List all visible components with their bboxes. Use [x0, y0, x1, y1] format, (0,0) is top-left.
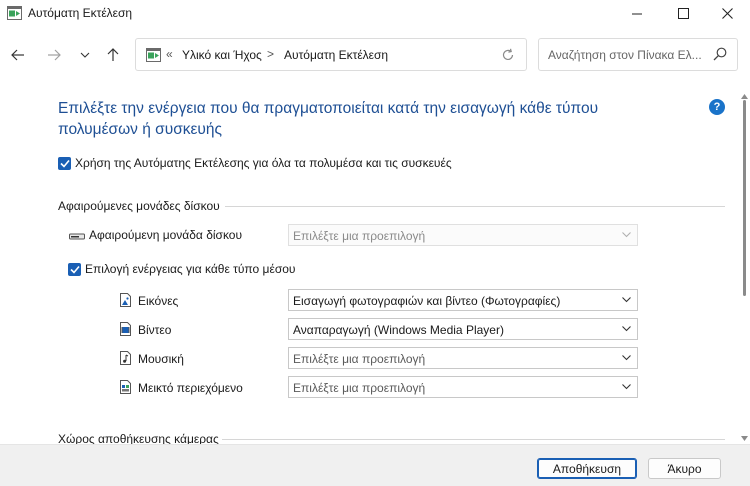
- breadcrumb-separator[interactable]: >: [267, 47, 274, 61]
- chevron-down-icon: [621, 294, 632, 308]
- navigation-bar: « Υλικό και Ήχος > Αυτόματη Εκτέλεση: [0, 26, 750, 84]
- up-arrow-icon[interactable]: [102, 45, 124, 65]
- music-select-value: Επιλέξτε μια προεπιλογή: [293, 352, 426, 366]
- back-arrow-icon[interactable]: [7, 45, 29, 65]
- save-button[interactable]: Αποθήκευση: [537, 458, 637, 479]
- removable-drives-section-title: Αφαιρούμενες μονάδες δίσκου: [58, 199, 220, 213]
- mixed-content-select-value: Επιλέξτε μια προεπιλογή: [293, 381, 426, 395]
- refresh-icon[interactable]: [498, 45, 518, 65]
- breadcrumb-hardware-sound[interactable]: Υλικό και Ήχος: [182, 48, 262, 62]
- cancel-button[interactable]: Άκυρο: [648, 458, 721, 479]
- search-icon[interactable]: [713, 47, 727, 64]
- video-select[interactable]: Αναπαραγωγή (Windows Media Player): [288, 318, 638, 340]
- address-bar[interactable]: « Υλικό και Ήχος > Αυτόματη Εκτέλεση: [135, 38, 527, 71]
- removable-drive-select[interactable]: Επιλέξτε μια προεπιλογή: [288, 224, 638, 246]
- pictures-icon: [120, 293, 131, 310]
- pictures-label: Εικόνες: [138, 294, 179, 308]
- per-media-label[interactable]: Επιλογή ενέργειας για κάθε τύπο μέσου: [85, 262, 295, 276]
- section-divider: [222, 439, 725, 440]
- removable-drive-icon: [69, 230, 85, 244]
- search-input[interactable]: [548, 47, 708, 63]
- pictures-select-value: Εισαγωγή φωτογραφιών και βίντεο (Φωτογρα…: [293, 294, 561, 308]
- recent-locations-chevron-icon[interactable]: [74, 45, 96, 65]
- chevron-down-icon: [621, 323, 632, 337]
- video-icon: [120, 322, 131, 339]
- breadcrumb-autoplay[interactable]: Αυτόματη Εκτέλεση: [284, 48, 388, 62]
- removable-drive-select-value: Επιλέξτε μια προεπιλογή: [293, 229, 426, 243]
- section-divider: [225, 206, 725, 207]
- music-icon: [120, 351, 131, 368]
- mixed-content-icon: [120, 380, 131, 397]
- forward-arrow-icon[interactable]: [43, 45, 65, 65]
- dialog-footer: Αποθήκευση Άκυρο: [0, 444, 750, 486]
- help-icon[interactable]: ?: [709, 99, 725, 115]
- close-button[interactable]: [704, 0, 750, 26]
- music-label: Μουσική: [138, 352, 184, 366]
- control-panel-icon: [146, 48, 161, 62]
- video-select-value: Αναπαραγωγή (Windows Media Player): [293, 323, 504, 337]
- mixed-content-label: Μεικτό περιεχόμενο: [138, 381, 243, 395]
- removable-drive-label: Αφαιρούμενη μονάδα δίσκου: [89, 228, 243, 242]
- per-media-checkbox[interactable]: [68, 263, 81, 276]
- use-autoplay-label[interactable]: Χρήση της Αυτόματης Εκτέλεσης για όλα τα…: [75, 156, 452, 170]
- vertical-scrollbar[interactable]: [739, 84, 750, 444]
- use-autoplay-checkbox[interactable]: [58, 157, 71, 170]
- video-label: Βίντεο: [138, 323, 172, 337]
- minimize-button[interactable]: [614, 0, 660, 26]
- chevron-down-icon: [621, 352, 632, 366]
- pictures-select[interactable]: Εισαγωγή φωτογραφιών και βίντεο (Φωτογρα…: [288, 289, 638, 311]
- page-heading: Επιλέξτε την ενέργεια που θα πραγματοποι…: [58, 100, 599, 138]
- scrollbar-thumb[interactable]: [743, 100, 746, 296]
- search-box[interactable]: [538, 38, 738, 71]
- chevron-down-icon: [621, 381, 632, 395]
- scroll-down-arrow-icon[interactable]: [741, 430, 748, 444]
- chevron-down-icon: [621, 229, 632, 243]
- maximize-button[interactable]: [660, 0, 706, 26]
- window-title: Αυτόματη Εκτέλεση: [28, 6, 133, 20]
- title-bar: Αυτόματη Εκτέλεση: [0, 0, 750, 26]
- breadcrumb-overflow[interactable]: «: [166, 47, 173, 61]
- mixed-content-select[interactable]: Επιλέξτε μια προεπιλογή: [288, 376, 638, 398]
- music-select[interactable]: Επιλέξτε μια προεπιλογή: [288, 347, 638, 369]
- autoplay-icon: [7, 6, 22, 20]
